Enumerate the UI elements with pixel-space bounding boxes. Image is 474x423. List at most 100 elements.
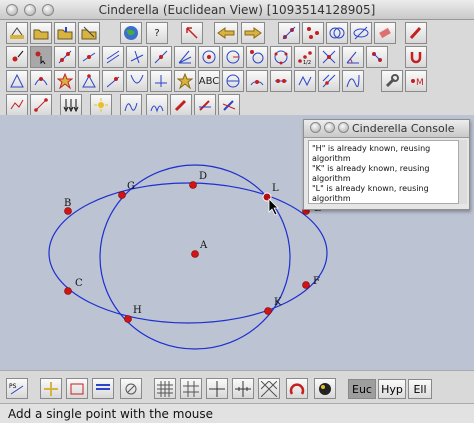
label-A: A bbox=[199, 240, 208, 251]
console-close-button[interactable] bbox=[310, 122, 321, 133]
point-G bbox=[118, 191, 126, 199]
console-line: "H" is already known, reusing algorithm bbox=[312, 144, 431, 163]
line-tool[interactable] bbox=[54, 46, 76, 68]
pick-tool-button[interactable] bbox=[181, 22, 203, 44]
point-on-line-tool[interactable] bbox=[270, 70, 292, 92]
console-titlebar: Cinderella Console bbox=[304, 120, 469, 138]
translate-view-button[interactable] bbox=[40, 378, 62, 399]
star-shape-tool[interactable] bbox=[174, 70, 196, 92]
redo-button[interactable] bbox=[241, 22, 265, 44]
multi-segment-tool[interactable] bbox=[294, 70, 316, 92]
line-through-point-tool[interactable] bbox=[102, 70, 124, 92]
point-H bbox=[124, 315, 132, 323]
coordinate-grid-button[interactable] bbox=[232, 378, 254, 399]
label-G: G bbox=[127, 181, 135, 192]
compass-tool[interactable] bbox=[246, 46, 268, 68]
point-C bbox=[64, 287, 72, 295]
parallel-tool[interactable] bbox=[102, 46, 124, 68]
new-document-button[interactable] bbox=[6, 22, 28, 44]
3d-view-button[interactable] bbox=[314, 378, 336, 399]
conic-view-button[interactable] bbox=[350, 22, 372, 44]
eraser-button[interactable] bbox=[374, 22, 396, 44]
polar-tool[interactable] bbox=[150, 70, 172, 92]
perpendicular-tool[interactable] bbox=[126, 46, 148, 68]
outer-ellipse bbox=[48, 182, 328, 324]
globe-icon[interactable] bbox=[120, 22, 142, 44]
arrows-tool[interactable] bbox=[60, 94, 82, 116]
segment-tool[interactable] bbox=[78, 46, 100, 68]
euclidean-mode-button[interactable]: Euc bbox=[348, 379, 376, 399]
elliptic-mode-button[interactable]: Ell bbox=[408, 379, 432, 399]
mouse-cursor-icon bbox=[268, 198, 279, 216]
circle-radius-tool[interactable] bbox=[222, 46, 244, 68]
console-title: Cinderella Console bbox=[352, 122, 455, 135]
circle-tool[interactable] bbox=[198, 46, 220, 68]
console-output: "H" is already known, reusing algorithm … bbox=[308, 140, 460, 204]
dots-view-button[interactable] bbox=[302, 22, 324, 44]
transform-tool[interactable] bbox=[366, 46, 388, 68]
zoom-button[interactable] bbox=[66, 378, 88, 399]
point-A bbox=[191, 250, 199, 258]
conic-tool[interactable] bbox=[126, 70, 148, 92]
points-view-button[interactable] bbox=[278, 22, 300, 44]
label-H: H bbox=[133, 305, 142, 316]
ray-tool[interactable] bbox=[150, 46, 172, 68]
help-button[interactable]: ? bbox=[146, 22, 168, 44]
midpoint-tool[interactable]: 1/2 bbox=[294, 46, 316, 68]
pen-icon[interactable] bbox=[194, 94, 216, 116]
locus-tool[interactable] bbox=[30, 70, 52, 92]
arc-tool[interactable] bbox=[246, 70, 268, 92]
console-window[interactable]: Cinderella Console "H" is already known,… bbox=[303, 119, 470, 210]
animation-tool[interactable] bbox=[30, 94, 52, 116]
console-line: "L" is already known, reusing algorithm bbox=[312, 184, 429, 203]
svg-text:1/2: 1/2 bbox=[303, 60, 311, 65]
circle-three-points-tool[interactable] bbox=[270, 46, 292, 68]
intersection-tool[interactable] bbox=[318, 46, 340, 68]
polygon-tool[interactable] bbox=[6, 70, 28, 92]
ruler-icon[interactable] bbox=[218, 94, 240, 116]
move-tool[interactable] bbox=[30, 46, 52, 68]
fit-window-button[interactable] bbox=[120, 378, 142, 399]
circles-view-button[interactable] bbox=[326, 22, 348, 44]
label-C: C bbox=[75, 278, 83, 289]
print-button[interactable]: PS bbox=[6, 378, 28, 399]
scale-tool[interactable] bbox=[318, 70, 340, 92]
bounce-tool[interactable] bbox=[146, 94, 168, 116]
axes-button[interactable] bbox=[206, 378, 228, 399]
hyperbolic-mode-button[interactable]: Hyp bbox=[378, 379, 406, 399]
status-bar: Add a single point with the mouse bbox=[0, 403, 474, 423]
text-tool[interactable]: ABC bbox=[198, 70, 220, 92]
grid-button[interactable] bbox=[154, 378, 176, 399]
mirror-point-tool[interactable]: M bbox=[405, 70, 427, 92]
window-title: Cinderella (Euclidean View) [10935141289… bbox=[98, 3, 376, 17]
pencil-icon[interactable] bbox=[170, 94, 192, 116]
save-button[interactable] bbox=[54, 22, 76, 44]
wrench-icon[interactable] bbox=[381, 70, 403, 92]
angle-tool[interactable] bbox=[342, 46, 364, 68]
triangular-grid-button[interactable] bbox=[258, 378, 280, 399]
open-button[interactable] bbox=[30, 22, 52, 44]
svg-text:M: M bbox=[416, 78, 424, 88]
color-button[interactable] bbox=[405, 22, 427, 44]
star-tool[interactable] bbox=[54, 70, 76, 92]
trace-tool[interactable] bbox=[120, 94, 142, 116]
circle-by-radius-tool[interactable] bbox=[222, 70, 244, 92]
triangle-tool[interactable] bbox=[78, 70, 100, 92]
polyline-tool[interactable] bbox=[6, 94, 28, 116]
console-scrollbar[interactable] bbox=[458, 140, 467, 204]
zoom-fit-button[interactable] bbox=[92, 378, 114, 399]
label-K: K bbox=[274, 297, 282, 308]
sun-icon[interactable] bbox=[90, 94, 112, 116]
hyperbolic-button[interactable] bbox=[286, 378, 308, 399]
console-zoom-button[interactable] bbox=[338, 122, 349, 133]
magnet-tool[interactable] bbox=[405, 46, 427, 68]
function-tool[interactable] bbox=[342, 70, 364, 92]
console-line: "K" is already known, reusing algorithm bbox=[312, 164, 430, 183]
console-minimize-button[interactable] bbox=[324, 122, 335, 133]
save-as-button[interactable] bbox=[78, 22, 100, 44]
snap-grid-button[interactable] bbox=[180, 378, 202, 399]
undo-button[interactable] bbox=[214, 22, 238, 44]
angle-bisector-tool[interactable] bbox=[174, 46, 196, 68]
label-F: F bbox=[313, 276, 320, 287]
add-point-tool[interactable] bbox=[6, 46, 28, 68]
